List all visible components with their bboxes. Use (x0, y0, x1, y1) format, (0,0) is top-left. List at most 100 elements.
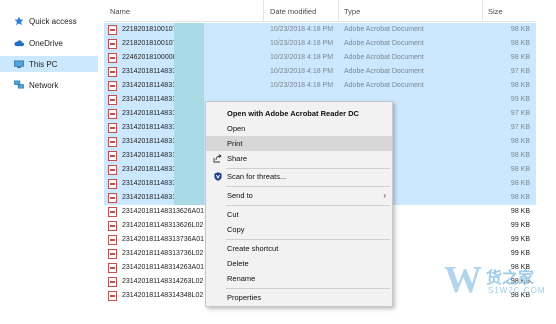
file-size: 99 KB (510, 236, 530, 243)
cloud-icon (14, 38, 24, 48)
file-type: Adobe Acrobat Document (344, 26, 424, 33)
menu-open[interactable]: Open (206, 121, 392, 136)
file-row[interactable]: 22182018100107 10/23/2018 4:18 PM Adobe Ac… (104, 37, 536, 51)
file-size: 98 KB (510, 138, 530, 145)
column-name[interactable]: Name (110, 7, 130, 16)
menu-item-label: Send to (227, 191, 253, 200)
menu-print[interactable]: Print (206, 136, 392, 151)
menu-separator (226, 205, 390, 206)
file-name: 23142018114831 (122, 96, 176, 103)
watermark-domain: S1W2C.COM (488, 286, 546, 295)
file-name: 23142018114831 (122, 110, 176, 117)
menu-rename[interactable]: Rename (206, 271, 392, 286)
nav-item-label: Network (29, 80, 59, 90)
nav-item-quick-access[interactable]: Quick access (0, 13, 98, 29)
chevron-right-icon: › (383, 191, 386, 200)
menu-item-label: Scan for threats... (227, 172, 287, 181)
menu-create-shortcut[interactable]: Create shortcut (206, 241, 392, 256)
file-date-modified: 10/23/2018 4:18 PM (270, 82, 334, 89)
file-name: 23142018114831 (122, 82, 176, 89)
file-row[interactable]: 23142018114831 10/23/2018 4:18 PM Adobe Ac… (104, 65, 536, 79)
file-name: 23142018114831 (122, 166, 176, 173)
pdf-file-icon (108, 235, 117, 245)
file-size: 99 KB (510, 96, 530, 103)
share-icon (213, 154, 222, 163)
pdf-file-icon (108, 39, 117, 49)
file-date-modified: 10/23/2018 4:18 PM (270, 68, 334, 75)
file-name: 22182018100107 (122, 40, 177, 47)
menu-properties[interactable]: Properties (206, 290, 392, 305)
file-type: Adobe Acrobat Document (344, 54, 424, 61)
file-size: 98 KB (510, 208, 530, 215)
nav-item-label: This PC (29, 59, 58, 69)
pdf-file-icon (108, 221, 117, 231)
file-name: 231420181148314348L02 (122, 292, 204, 299)
file-name: 23142018114831 (122, 180, 176, 187)
computer-icon (14, 59, 24, 69)
redaction-strip (174, 23, 204, 205)
menu-scan-for-threats[interactable]: Scan for threats... (206, 169, 392, 184)
pdf-file-icon (108, 25, 117, 35)
menu-item-label: Cut (227, 210, 239, 219)
column-divider[interactable] (338, 0, 339, 22)
menu-copy[interactable]: Copy (206, 222, 392, 237)
menu-separator (226, 288, 390, 289)
watermark-text: 货之家 (486, 270, 535, 287)
file-name: 231420181148313626L02 (122, 222, 204, 229)
pdf-file-icon (108, 291, 117, 301)
column-divider[interactable] (263, 0, 264, 22)
file-date-modified: 10/23/2018 4:18 PM (270, 26, 334, 33)
file-name: 23142018114831 (122, 124, 176, 131)
pdf-file-icon (108, 95, 117, 105)
file-name: 22462018100008 (122, 54, 177, 61)
column-type[interactable]: Type (344, 7, 360, 16)
menu-cut[interactable]: Cut (206, 207, 392, 222)
nav-item-onedrive[interactable]: OneDrive (0, 35, 98, 51)
pdf-file-icon (108, 151, 117, 161)
navigation-pane: Quick access OneDrive This PC Network (0, 0, 100, 324)
nav-item-network[interactable]: Network (0, 77, 98, 93)
menu-separator (226, 239, 390, 240)
pdf-file-icon (108, 193, 117, 203)
star-icon (14, 16, 24, 26)
menu-share[interactable]: Share (206, 151, 392, 166)
file-date-modified: 10/23/2018 4:18 PM (270, 54, 334, 61)
file-size: 97 KB (510, 124, 530, 131)
file-row[interactable]: 22182018100107 10/23/2018 4:18 PM Adobe Ac… (104, 23, 536, 37)
file-name: 22182018100107 (122, 26, 177, 33)
pdf-file-icon (108, 207, 117, 217)
pdf-file-icon (108, 67, 117, 77)
context-menu: Open with Adobe Acrobat Reader DC Open P… (205, 101, 393, 307)
column-date-modified[interactable]: Date modified (270, 7, 316, 16)
network-icon (14, 80, 24, 90)
file-size: 98 KB (510, 180, 530, 187)
pdf-file-icon (108, 109, 117, 119)
file-type: Adobe Acrobat Document (344, 40, 424, 47)
file-size: 98 KB (510, 82, 530, 89)
file-row[interactable]: 23142018114831 10/23/2018 4:18 PM Adobe Ac… (104, 79, 536, 93)
file-name: 231420181148314263A01 (122, 264, 205, 271)
file-size: 99 KB (510, 222, 530, 229)
menu-item-label: Create shortcut (227, 244, 279, 253)
pdf-file-icon (108, 53, 117, 63)
file-name: 231420181148313736A01 (122, 236, 205, 243)
menu-open-with-acrobat[interactable]: Open with Adobe Acrobat Reader DC (206, 106, 392, 121)
column-divider[interactable] (482, 0, 483, 22)
watermark-letter: W (444, 259, 482, 301)
file-name: 231420181148313736L02 (122, 250, 204, 257)
nav-item-label: OneDrive (29, 38, 63, 48)
file-size: 98 KB (510, 194, 530, 201)
file-size: 98 KB (510, 152, 530, 159)
column-size[interactable]: Size (488, 7, 503, 16)
pdf-file-icon (108, 137, 117, 147)
menu-delete[interactable]: Delete (206, 256, 392, 271)
nav-item-this-pc[interactable]: This PC (0, 56, 98, 72)
menu-send-to[interactable]: Send to › (206, 188, 392, 203)
menu-item-label: Print (227, 139, 243, 148)
shield-icon (213, 172, 222, 181)
file-size: 98 KB (510, 40, 530, 47)
menu-item-label: Delete (227, 259, 249, 268)
menu-item-label: Open (227, 124, 246, 133)
file-type: Adobe Acrobat Document (344, 82, 424, 89)
file-row[interactable]: 22462018100008 10/23/2018 4:18 PM Adobe Ac… (104, 51, 536, 65)
